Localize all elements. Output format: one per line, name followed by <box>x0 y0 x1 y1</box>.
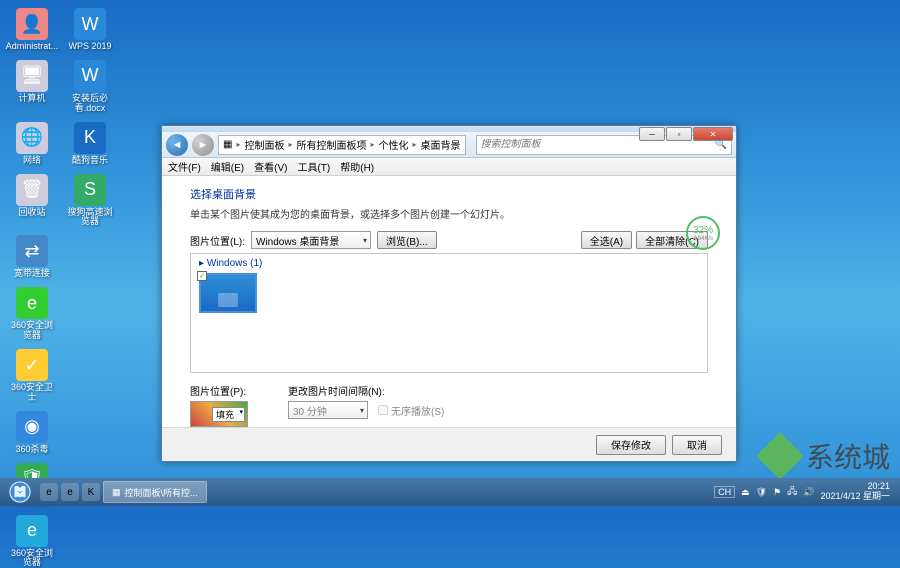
badge-percent: 32% <box>693 225 713 236</box>
start-button[interactable] <box>4 480 36 504</box>
breadcrumb-item[interactable]: 控制面板 <box>244 137 284 152</box>
desktop-icon[interactable]: S搜狗高速浏览器 <box>66 174 114 228</box>
quick-ie-icon[interactable]: e <box>40 483 58 501</box>
tray-volume-icon[interactable]: 🔊 <box>803 487 814 498</box>
speed-badge: 32% 4.84K/s <box>686 216 720 250</box>
cancel-button[interactable]: 取消 <box>672 435 722 455</box>
menu-item[interactable]: 帮助(H) <box>340 159 374 174</box>
location-dropdown[interactable]: Windows 桌面背景 <box>251 231 371 249</box>
breadcrumb[interactable]: ▦▸控制面板▸所有控制面板项▸个性化▸桌面背景 <box>218 135 466 155</box>
desktop-icon[interactable]: W安装后必看.docx <box>66 60 114 114</box>
desktop-icon[interactable]: ✓360安全卫士 <box>8 349 56 403</box>
options-row: 图片位置(P): 填充 更改图片时间间隔(N): 30 分钟 无序播放(S) <box>190 383 708 427</box>
taskbar: e e K ▦ 控制面板\所有控... CH ⏏ 🛡 ⚑ 🖧 🔊 20:21 2… <box>0 478 900 506</box>
desktop-icon[interactable]: K酷狗音乐 <box>66 122 114 166</box>
menu-item[interactable]: 工具(T) <box>297 159 330 174</box>
watermark: 系统城 WWW.XITONGCHENG.COM <box>760 436 890 476</box>
maximize-button[interactable]: ▫ <box>666 127 692 141</box>
clock[interactable]: 20:21 2021/4/12 星期一 <box>820 482 890 502</box>
select-all-button[interactable]: 全选(A) <box>581 231 632 249</box>
ime-indicator[interactable]: CH <box>714 486 735 498</box>
watermark-text: 系统城 <box>806 436 890 476</box>
desktop-icon[interactable]: e360安全浏览器 <box>8 287 56 341</box>
desktop-icon[interactable]: 🖥计算机 <box>8 60 56 114</box>
menu-item[interactable]: 查看(V) <box>254 159 287 174</box>
quick-launch: e e K <box>40 483 100 501</box>
tray-icon[interactable]: ⏏ <box>741 487 750 498</box>
control-panel-window: ─ ▫ ✕ ◄ ► ▦▸控制面板▸所有控制面板项▸个性化▸桌面背景 🔍 文件(F… <box>161 125 737 462</box>
desktop-icon[interactable]: WWPS 2019 <box>66 8 114 52</box>
menu-item[interactable]: 文件(F) <box>168 159 201 174</box>
browse-button[interactable]: 浏览(B)... <box>377 231 437 249</box>
content-area: 32% 4.84K/s 选择桌面背景 单击某个图片使其成为您的桌面背景，或选择多… <box>162 176 736 427</box>
desktop-icon[interactable]: 🌐网络 <box>8 122 56 166</box>
menu-item[interactable]: 编辑(E) <box>211 159 244 174</box>
shuffle-checkbox[interactable]: 无序播放(S) <box>378 403 444 418</box>
tray-shield-icon[interactable]: 🛡 <box>756 487 767 498</box>
picture-list: ▸ Windows (1) ✓ <box>190 253 708 373</box>
minimize-button[interactable]: ─ <box>639 127 665 141</box>
badge-speed: 4.84K/s <box>693 236 713 242</box>
desktop-icon[interactable]: ◉360杀毒 <box>8 411 56 455</box>
close-button[interactable]: ✕ <box>693 127 733 141</box>
desktop-icon[interactable]: ⇄宽带连接 <box>8 235 56 279</box>
quick-browser-icon[interactable]: e <box>61 483 79 501</box>
task-label: 控制面板\所有控... <box>125 486 198 499</box>
menu-bar: 文件(F) 编辑(E) 查看(V) 工具(T) 帮助(H) <box>162 158 736 176</box>
location-row: 图片位置(L): Windows 桌面背景 浏览(B)... 全选(A) 全部清… <box>190 231 708 249</box>
desktop-icon[interactable]: 🗑回收站 <box>8 174 56 228</box>
breadcrumb-item[interactable]: 个性化 <box>379 137 409 152</box>
tray-flag-icon[interactable]: ⚑ <box>773 487 781 498</box>
thumb-checkbox[interactable]: ✓ <box>197 271 207 281</box>
interval-label: 更改图片时间间隔(N): <box>288 383 444 398</box>
dialog-footer: 保存修改 取消 <box>162 427 736 461</box>
taskbar-item-control-panel[interactable]: ▦ 控制面板\所有控... <box>103 481 207 503</box>
position-dropdown[interactable]: 填充 <box>190 401 248 427</box>
wallpaper-thumb[interactable]: ✓ <box>199 273 257 313</box>
group-header[interactable]: ▸ Windows (1) <box>199 258 699 269</box>
page-subtitle: 单击某个图片使其成为您的桌面背景，或选择多个图片创建一个幻灯片。 <box>190 206 708 221</box>
page-title: 选择桌面背景 <box>190 186 708 202</box>
folder-icon: ▦ <box>112 487 121 498</box>
position-label: 图片位置(P): <box>190 383 248 398</box>
desktop-icon[interactable]: e360安全浏览器 <box>8 515 56 568</box>
watermark-logo <box>760 436 800 476</box>
breadcrumb-item[interactable]: 桌面背景 <box>421 137 461 152</box>
quick-kugou-icon[interactable]: K <box>82 483 100 501</box>
system-tray: CH ⏏ 🛡 ⚑ 🖧 🔊 20:21 2021/4/12 星期一 <box>714 482 896 502</box>
interval-dropdown[interactable]: 30 分钟 <box>288 401 368 419</box>
forward-button[interactable]: ► <box>192 134 214 156</box>
breadcrumb-item[interactable]: 所有控制面板项 <box>296 137 366 152</box>
location-label: 图片位置(L): <box>190 233 245 248</box>
window-controls: ─ ▫ ✕ <box>639 127 733 141</box>
breadcrumb-icon: ▦ <box>223 139 232 150</box>
back-button[interactable]: ◄ <box>166 134 188 156</box>
save-button[interactable]: 保存修改 <box>596 435 666 455</box>
desktop-icon[interactable]: 👤Administrat... <box>8 8 56 52</box>
tray-network-icon[interactable]: 🖧 <box>787 484 797 500</box>
